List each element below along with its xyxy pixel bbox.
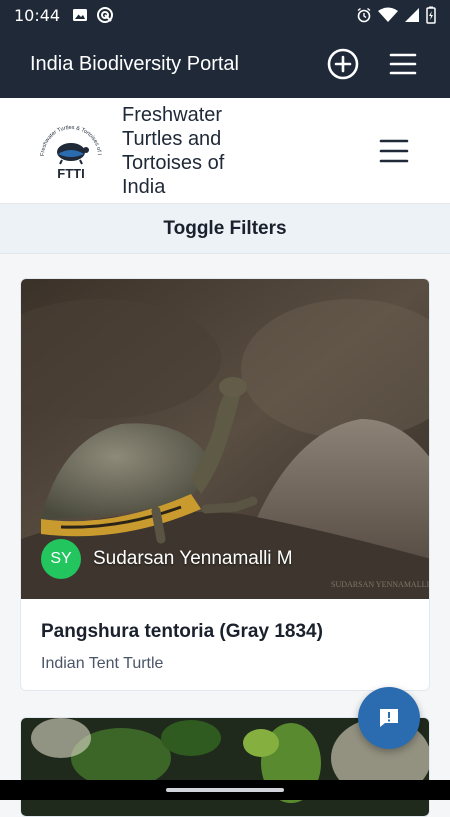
toggle-filters-button[interactable]: Toggle Filters (0, 204, 450, 254)
system-nav-bar (0, 780, 450, 800)
group-menu-icon[interactable] (378, 135, 410, 167)
avatar[interactable]: SY (41, 539, 81, 579)
app-menu-button[interactable] (386, 47, 420, 81)
cell-signal-icon (405, 8, 419, 22)
card-body: Pangshura tentoria (Gray 1834) Indian Te… (21, 599, 429, 690)
status-bar: 10:44 (0, 0, 450, 30)
wifi-icon (378, 7, 398, 22)
group-header: Freshwater Turtles & Tortoises of India … (0, 98, 450, 204)
alarm-icon (357, 7, 371, 23)
svg-text:FTTI: FTTI (57, 166, 84, 181)
group-name[interactable]: Freshwater Turtles and Tortoises of Indi… (122, 103, 272, 199)
common-name: Indian Tent Turtle (41, 655, 164, 672)
battery-charging-icon (426, 6, 436, 24)
app-title: India Biodiversity Portal (30, 52, 239, 75)
observation-photo[interactable]: SUDARSAN YENNAMALLI M SY Sudarsan Yennam… (21, 279, 429, 599)
feedback-button[interactable] (358, 687, 420, 749)
scientific-name[interactable]: Pangshura tentoria (Gray 1834) (41, 621, 409, 643)
image-notification-icon (73, 9, 88, 21)
sync-notification-icon (97, 7, 114, 23)
app-bar: India Biodiversity Portal (0, 30, 450, 98)
status-time: 10:44 (14, 5, 61, 25)
add-button[interactable] (326, 47, 360, 81)
hamburger-icon (389, 53, 417, 75)
home-gesture-handle[interactable] (166, 788, 284, 792)
plus-circle-icon (327, 48, 359, 80)
ftti-logo[interactable]: Freshwater Turtles & Tortoises of India … (36, 116, 106, 186)
chat-feedback-icon (380, 709, 398, 727)
svg-text:SUDARSAN YENNAMALLI M: SUDARSAN YENNAMALLI M (331, 580, 429, 589)
observer-name[interactable]: Sudarsan Yennamalli M (93, 548, 293, 570)
observer[interactable]: SY Sudarsan Yennamalli M (41, 539, 293, 579)
observation-card[interactable]: SUDARSAN YENNAMALLI M SY Sudarsan Yennam… (20, 278, 430, 691)
